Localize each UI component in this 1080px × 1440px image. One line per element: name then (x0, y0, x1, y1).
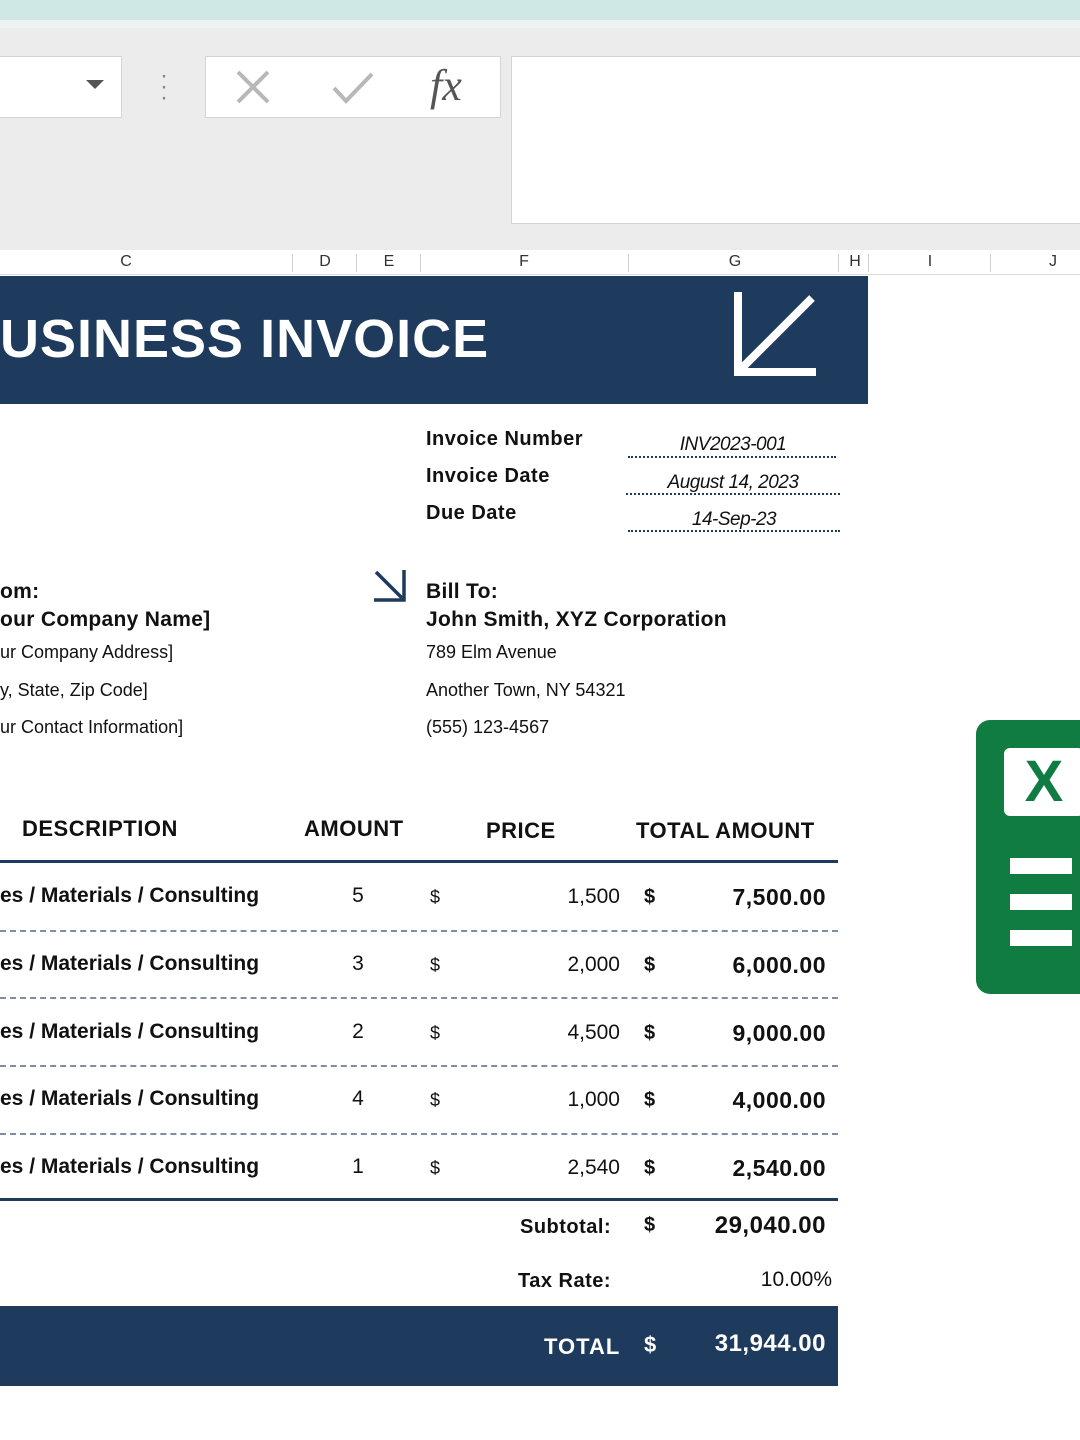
row-divider (0, 930, 838, 932)
row-total-currency: $ (644, 1089, 656, 1111)
row-currency: $ (430, 1023, 441, 1043)
column-header-c[interactable]: C (116, 253, 136, 271)
amount-header[interactable]: AMOUNT (304, 816, 404, 842)
column-header-row (0, 250, 1080, 275)
dotted-underline (628, 530, 840, 532)
row-divider (0, 1065, 838, 1067)
dotted-underline (626, 493, 840, 495)
subtotal-currency: $ (644, 1214, 656, 1236)
row-total[interactable]: 6,000.00 (690, 952, 826, 979)
insert-function-icon[interactable]: fx (430, 60, 478, 112)
row-currency: $ (430, 955, 441, 975)
column-header-h[interactable]: H (844, 253, 866, 271)
invoice-date-label[interactable]: Invoice Date (426, 465, 550, 488)
row-price[interactable]: 2,540 (520, 1156, 620, 1180)
tax-rate-label[interactable]: Tax Rate: (518, 1270, 611, 1293)
table-bottom-rule (0, 1198, 838, 1201)
total-amount-header[interactable]: TOTAL AMOUNT (636, 818, 815, 844)
row-total-currency: $ (644, 1022, 656, 1044)
bill-to-address[interactable]: 789 Elm Avenue (426, 642, 557, 663)
column-divider[interactable] (356, 254, 357, 272)
due-date-label[interactable]: Due Date (426, 502, 517, 525)
row-divider (0, 997, 838, 999)
column-header-d[interactable]: D (314, 253, 336, 271)
row-total[interactable]: 2,540.00 (690, 1155, 826, 1182)
column-header-f[interactable]: F (513, 253, 535, 271)
column-divider[interactable] (628, 254, 629, 272)
description-header[interactable]: DESCRIPTION (22, 816, 178, 842)
due-date-value[interactable]: 14-Sep-23 (628, 509, 840, 531)
row-currency: $ (430, 1158, 441, 1178)
invoice-number-label[interactable]: Invoice Number (426, 428, 583, 451)
invoice-date-value[interactable]: August 14, 2023 (626, 472, 840, 494)
column-header-i[interactable]: I (920, 253, 940, 271)
subtotal-value[interactable]: 29,040.00 (690, 1212, 826, 1240)
chevron-down-icon[interactable] (86, 80, 104, 89)
column-header-e[interactable]: E (378, 253, 400, 271)
row-description[interactable]: es / Materials / Consulting (0, 1155, 259, 1179)
bill-to-city[interactable]: Another Town, NY 54321 (426, 680, 625, 701)
excel-logo-bar (1010, 894, 1072, 910)
window-top-strip (0, 0, 1080, 20)
row-quantity[interactable]: 3 (340, 952, 376, 976)
bill-to-phone[interactable]: (555) 123-4567 (426, 717, 549, 738)
bill-to-heading[interactable]: Bill To: (426, 580, 498, 604)
column-divider[interactable] (868, 254, 869, 272)
excel-logo-bar (1010, 930, 1072, 946)
column-divider[interactable] (990, 254, 991, 272)
row-quantity[interactable]: 5 (340, 884, 376, 908)
table-top-rule (0, 860, 838, 863)
row-quantity[interactable]: 4 (340, 1087, 376, 1111)
row-total-currency: $ (644, 1157, 656, 1179)
row-price[interactable]: 1,000 (520, 1088, 620, 1112)
from-address[interactable]: ur Company Address] (0, 642, 173, 663)
column-divider[interactable] (420, 254, 421, 272)
total-currency: $ (644, 1332, 657, 1357)
subtotal-label[interactable]: Subtotal: (520, 1216, 611, 1239)
row-description[interactable]: es / Materials / Consulting (0, 884, 259, 908)
row-price[interactable]: 1,500 (520, 885, 620, 909)
more-options-icon[interactable]: · · · (158, 64, 170, 110)
row-total[interactable]: 4,000.00 (690, 1087, 826, 1114)
excel-logo-letter: X (1024, 749, 1064, 814)
column-header-g[interactable]: G (724, 253, 746, 271)
check-icon[interactable] (330, 68, 376, 108)
row-quantity[interactable]: 2 (340, 1020, 376, 1044)
bill-to-name[interactable]: John Smith, XYZ Corporation (426, 608, 727, 632)
total-label[interactable]: TOTAL (544, 1334, 620, 1360)
column-divider[interactable] (838, 254, 839, 272)
column-divider[interactable] (292, 254, 293, 272)
row-total-currency: $ (644, 954, 656, 976)
arrow-down-left-icon (734, 292, 816, 376)
row-total-currency: $ (644, 886, 656, 908)
price-header[interactable]: PRICE (486, 818, 556, 844)
from-contact[interactable]: ur Contact Information] (0, 717, 183, 738)
cancel-icon[interactable] (232, 68, 276, 108)
from-company-name[interactable]: our Company Name] (0, 608, 210, 632)
row-price[interactable]: 2,000 (520, 953, 620, 977)
row-total[interactable]: 9,000.00 (690, 1020, 826, 1047)
from-heading[interactable]: om: (0, 580, 39, 604)
formula-input[interactable] (511, 56, 1080, 224)
row-divider (0, 1133, 838, 1135)
row-description[interactable]: es / Materials / Consulting (0, 952, 259, 976)
total-value[interactable]: 31,944.00 (690, 1330, 826, 1358)
row-description[interactable]: es / Materials / Consulting (0, 1087, 259, 1111)
row-description[interactable]: es / Materials / Consulting (0, 1020, 259, 1044)
window-top-divider (0, 20, 1080, 28)
excel-logo-bar (1010, 858, 1072, 874)
column-header-j[interactable]: J (1042, 253, 1064, 271)
row-currency: $ (430, 887, 441, 907)
invoice-number-value[interactable]: INV2023-001 (628, 434, 838, 456)
row-total[interactable]: 7,500.00 (690, 884, 826, 911)
invoice-title[interactable]: USINESS INVOICE (0, 308, 489, 370)
tax-rate-value[interactable]: 10.00% (720, 1268, 832, 1292)
arrow-down-right-icon (374, 570, 406, 602)
from-city[interactable]: y, State, Zip Code] (0, 680, 148, 701)
row-price[interactable]: 4,500 (520, 1021, 620, 1045)
dotted-underline (628, 456, 836, 458)
row-currency: $ (430, 1090, 441, 1110)
row-quantity[interactable]: 1 (340, 1155, 376, 1179)
